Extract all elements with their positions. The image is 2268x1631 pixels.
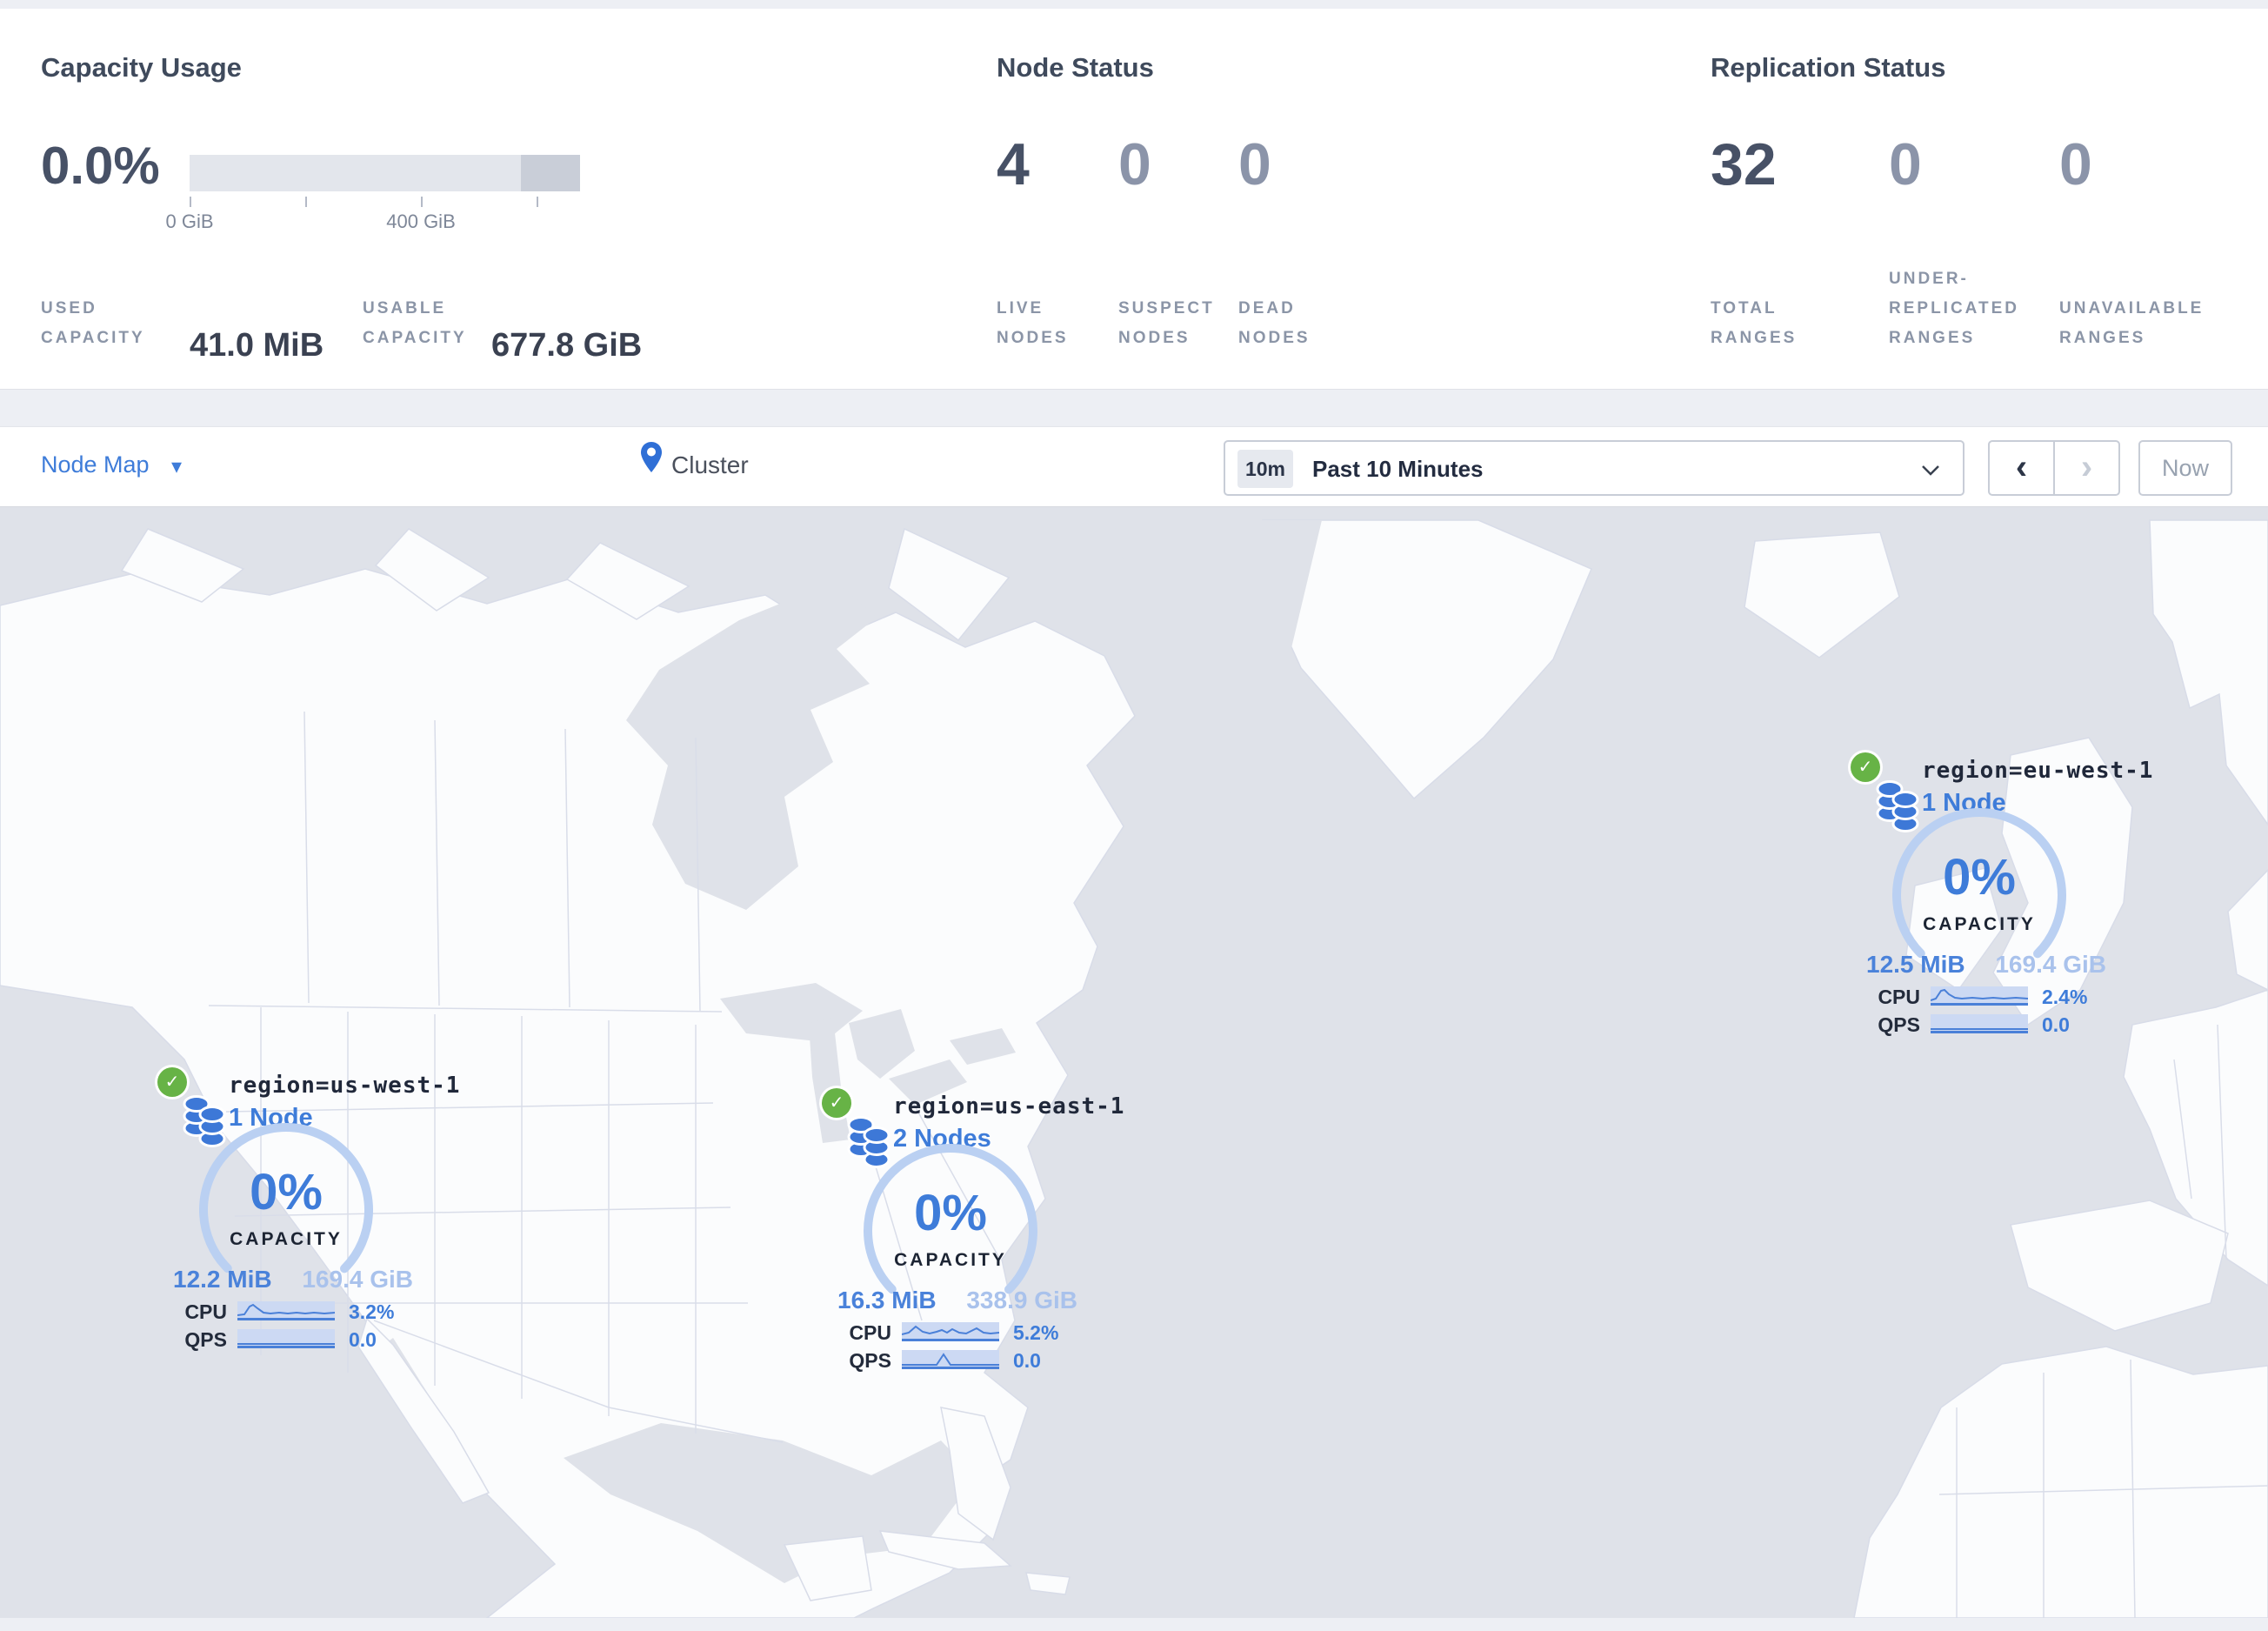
used-capacity-label: USED CAPACITY	[41, 299, 145, 347]
qps-label: QPS	[849, 1349, 891, 1372]
total-capacity: 169.4 GiB	[302, 1266, 413, 1293]
qps-row: QPS 0.0	[1851, 1013, 2120, 1036]
unavailable-label: UNAVAILABLE RANGES	[2059, 299, 2205, 347]
cpu-row: CPU 5.2%	[822, 1321, 1091, 1344]
cpu-label: CPU	[1878, 986, 1920, 1008]
view-selector-node-map[interactable]: Node Map	[41, 451, 150, 478]
axis-tick	[421, 197, 423, 207]
qps-row: QPS 0.0	[157, 1328, 427, 1351]
under-replicated-count: 0	[1889, 131, 1922, 197]
status-ok-icon: ✓	[1851, 752, 1880, 782]
status-ok-icon: ✓	[157, 1067, 187, 1097]
chevron-down-icon: ▾	[171, 455, 183, 478]
capacity-values: 12.2 MiB 169.4 GiB	[173, 1266, 413, 1293]
cpu-value: 5.2%	[1013, 1321, 1059, 1344]
used-capacity: 12.2 MiB	[173, 1266, 272, 1293]
region-name: region=us-west-1	[229, 1073, 461, 1099]
capacity-values: 12.5 MiB 169.4 GiB	[1866, 951, 2106, 979]
live-nodes-count: 4	[997, 131, 1030, 197]
capacity-bar-reserved-segment	[521, 155, 580, 191]
usable-capacity-label: USABLE CAPACITY	[363, 299, 467, 347]
qps-value: 0.0	[349, 1328, 377, 1351]
used-capacity-value: 41.0 MiB	[190, 327, 324, 364]
time-range-label: Past 10 Minutes	[1312, 456, 1484, 482]
total-capacity: 338.9 GiB	[966, 1287, 1077, 1313]
time-next-button[interactable]: ›	[2055, 442, 2118, 494]
capacity-usage-title: Capacity Usage	[41, 52, 242, 83]
qps-sparkline	[902, 1350, 999, 1369]
gauge-percent: 0%	[250, 1164, 323, 1220]
world-map	[0, 507, 2268, 1618]
map-toolbar: Node Map ▾ Cluster 10m Past 10 Minutes ‹…	[0, 426, 2268, 507]
suspect-nodes-count: 0	[1118, 131, 1151, 197]
cpu-row: CPU 2.4%	[1851, 986, 2120, 1008]
cpu-value: 3.2%	[349, 1300, 395, 1323]
axis-tick	[305, 197, 307, 207]
cpu-sparkline	[1930, 986, 2029, 1006]
qps-sparkline	[1931, 1014, 2028, 1033]
capacity-bar	[190, 155, 580, 191]
suspect-nodes-label: SUSPECT NODES	[1118, 299, 1215, 347]
chevron-down-icon	[1921, 465, 1940, 481]
breadcrumb-cluster[interactable]: Cluster	[671, 451, 749, 479]
qps-value: 0.0	[2042, 1013, 2070, 1036]
time-range-badge: 10m	[1237, 450, 1293, 488]
qps-row: QPS 0.0	[822, 1349, 1091, 1372]
live-nodes-label: LIVE NODES	[997, 299, 1069, 347]
node-map[interactable]: ✓ region=us-west-1 1 Node 0% CAPACITY 12…	[0, 507, 2268, 1618]
axis-tick	[190, 197, 191, 207]
under-replicated-label: UNDER- REPLICATED RANGES	[1889, 270, 2019, 347]
cpu-sparkline	[901, 1322, 1000, 1341]
time-range-dropdown[interactable]: 10m Past 10 Minutes	[1224, 440, 1964, 496]
qps-label: QPS	[1878, 1013, 1920, 1036]
cpu-label: CPU	[849, 1321, 891, 1344]
gauge-capacity-label: CAPACITY	[894, 1250, 1007, 1270]
cpu-label: CPU	[184, 1300, 227, 1323]
region-name: region=eu-west-1	[1922, 758, 2154, 784]
now-button[interactable]: Now	[2138, 440, 2232, 496]
unavailable-count: 0	[2059, 131, 2092, 197]
region-marker-us-west-1[interactable]: ✓ region=us-west-1 1 Node 0% CAPACITY 12…	[157, 1067, 459, 1363]
total-capacity: 169.4 GiB	[1995, 951, 2106, 978]
total-ranges-count: 32	[1711, 131, 1777, 197]
status-ok-icon: ✓	[822, 1088, 851, 1118]
qps-sparkline	[237, 1329, 335, 1348]
gauge-capacity-label: CAPACITY	[230, 1229, 343, 1249]
location-pin-icon	[640, 441, 663, 480]
time-prev-button[interactable]: ‹	[1990, 442, 2055, 494]
qps-value: 0.0	[1013, 1349, 1041, 1372]
axis-tick	[537, 197, 538, 207]
region-marker-us-east-1[interactable]: ✓ region=us-east-1 2 Nodes 0% CAPACITY 1…	[822, 1088, 1124, 1384]
cluster-summary-card: Capacity Usage 0.0% 0 GiB 400 GiB USED CA…	[0, 9, 2268, 390]
time-step-buttons: ‹ ›	[1988, 440, 2120, 496]
region-marker-eu-west-1[interactable]: ✓ region=eu-west-1 1 Node 0% CAPACITY 12…	[1851, 752, 2152, 1048]
used-capacity: 16.3 MiB	[837, 1287, 937, 1313]
usable-capacity-value: 677.8 GiB	[491, 327, 643, 364]
replication-status-title: Replication Status	[1711, 52, 1946, 83]
capacity-percent: 0.0%	[41, 137, 160, 195]
cpu-sparkline	[237, 1301, 336, 1320]
used-capacity: 12.5 MiB	[1866, 951, 1965, 978]
dead-nodes-label: DEAD NODES	[1238, 299, 1311, 347]
cpu-value: 2.4%	[2042, 986, 2088, 1008]
gauge-capacity-label: CAPACITY	[1923, 914, 2036, 934]
dead-nodes-count: 0	[1238, 131, 1271, 197]
capacity-values: 16.3 MiB 338.9 GiB	[837, 1287, 1077, 1314]
cpu-row: CPU 3.2%	[157, 1300, 427, 1323]
total-ranges-label: TOTAL RANGES	[1711, 299, 1798, 347]
gauge-percent: 0%	[914, 1185, 987, 1241]
region-name: region=us-east-1	[893, 1093, 1125, 1120]
axis-label-400: 400 GiB	[386, 211, 456, 232]
axis-label-zero: 0 GiB	[165, 211, 214, 232]
qps-label: QPS	[184, 1328, 227, 1351]
gauge-percent: 0%	[1943, 849, 2016, 906]
node-status-title: Node Status	[997, 52, 1154, 83]
